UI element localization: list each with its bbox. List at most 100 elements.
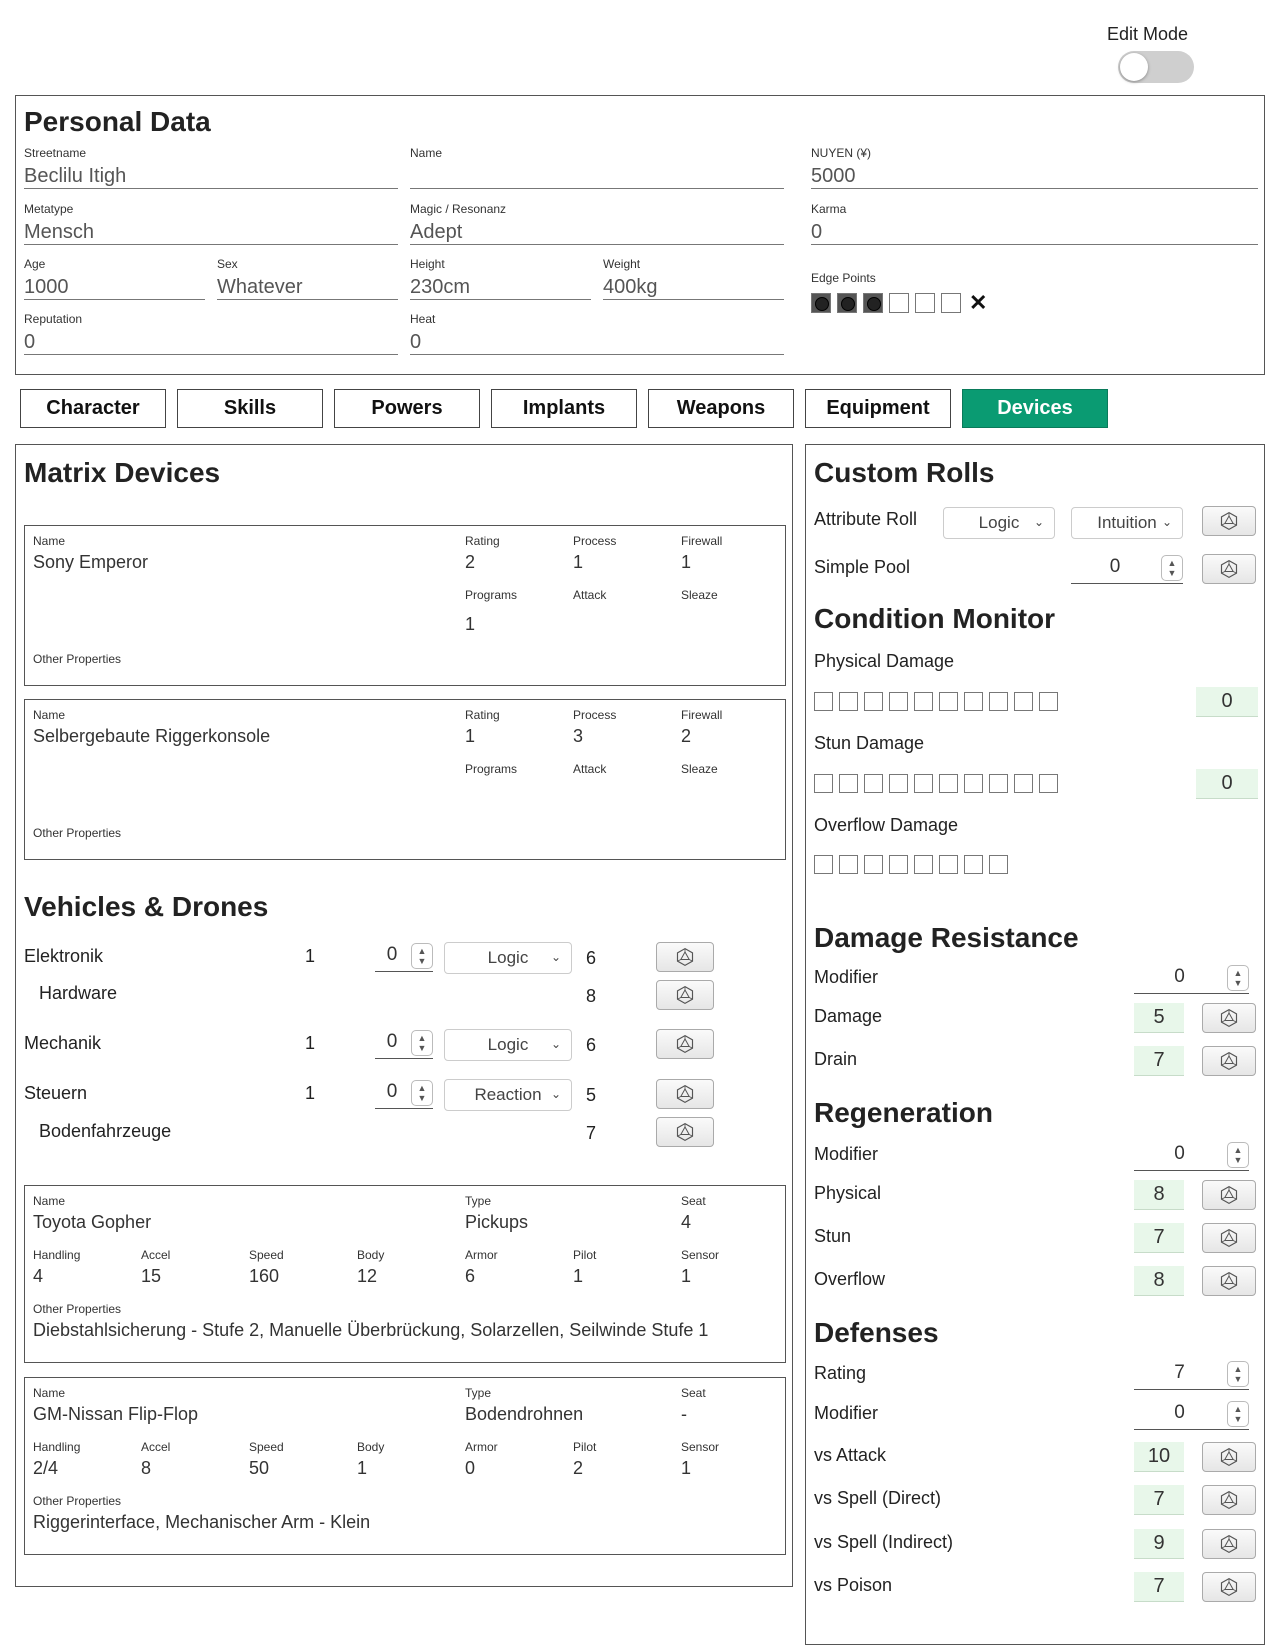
- tab-equipment[interactable]: Equipment: [805, 389, 951, 428]
- damage-box[interactable]: [939, 692, 958, 711]
- roll-dice-button[interactable]: [656, 1029, 714, 1059]
- tab-skills[interactable]: Skills: [177, 389, 323, 428]
- sex-field[interactable]: Sex Whatever: [217, 257, 398, 300]
- regen-modifier-stepper[interactable]: 0 ▲ ▼: [1134, 1141, 1249, 1171]
- stepper-arrows-icon[interactable]: ▲ ▼: [1227, 1401, 1249, 1427]
- attribute-roll-select-2[interactable]: Intuition ⌄: [1071, 507, 1183, 539]
- damage-box[interactable]: [964, 855, 983, 874]
- skill-attribute-select[interactable]: Logic ⌄: [444, 942, 572, 974]
- damage-box[interactable]: [1039, 692, 1058, 711]
- roll-dice-button[interactable]: [656, 1079, 714, 1109]
- reputation-field[interactable]: Reputation 0: [24, 312, 398, 355]
- roll-dice-button[interactable]: [1202, 1529, 1256, 1559]
- damage-box[interactable]: [1014, 774, 1033, 793]
- streetname-field[interactable]: Streetname Beclilu Itigh: [24, 146, 398, 189]
- def-modifier-stepper[interactable]: 0 ▲ ▼: [1134, 1400, 1249, 1430]
- tab-weapons[interactable]: Weapons: [648, 389, 794, 428]
- roll-dice-button[interactable]: [656, 1117, 714, 1147]
- roll-dice-button[interactable]: [1202, 1485, 1256, 1515]
- name-field[interactable]: Name: [410, 146, 784, 189]
- skill-modifier-stepper[interactable]: 0 ▲ ▼: [375, 1029, 433, 1059]
- age-field[interactable]: Age 1000: [24, 257, 205, 300]
- stepper-arrows-icon[interactable]: ▲ ▼: [411, 943, 433, 969]
- edge-point-box[interactable]: [837, 293, 857, 313]
- damage-box[interactable]: [914, 855, 933, 874]
- stepper-arrows-icon[interactable]: ▲ ▼: [411, 1080, 433, 1106]
- edge-point-box[interactable]: [863, 293, 883, 313]
- damage-box[interactable]: [814, 855, 833, 874]
- damage-box[interactable]: [964, 692, 983, 711]
- metatype-field[interactable]: Metatype Mensch: [24, 202, 398, 245]
- roll-dice-button[interactable]: [1202, 1180, 1256, 1210]
- nuyen-field[interactable]: NUYEN (¥) 5000: [811, 146, 1258, 189]
- roll-dice-button[interactable]: [1202, 1266, 1256, 1296]
- skill-rating: 1: [305, 1033, 316, 1053]
- damage-box[interactable]: [989, 692, 1008, 711]
- damage-box[interactable]: [839, 855, 858, 874]
- damage-box[interactable]: [839, 692, 858, 711]
- vehicles-drones-title: Vehicles & Drones: [24, 891, 269, 922]
- clear-edge-icon[interactable]: ✕: [969, 292, 987, 314]
- damage-box[interactable]: [914, 774, 933, 793]
- roll-dice-button[interactable]: [1202, 506, 1256, 536]
- roll-dice-button[interactable]: [1202, 1223, 1256, 1253]
- stepper-arrows-icon[interactable]: ▲ ▼: [1161, 555, 1183, 581]
- roll-dice-button[interactable]: [1202, 1003, 1256, 1033]
- regen-modifier-label: Modifier: [814, 1144, 879, 1164]
- edit-mode-control: Edit Mode: [1107, 24, 1194, 88]
- damage-box[interactable]: [814, 692, 833, 711]
- simple-pool-stepper[interactable]: 0 ▲ ▼: [1071, 554, 1183, 584]
- stepper-arrows-icon[interactable]: ▲ ▼: [1227, 1142, 1249, 1168]
- roll-dice-button[interactable]: [1202, 1572, 1256, 1602]
- edge-point-box[interactable]: [811, 293, 831, 313]
- weight-field[interactable]: Weight 400kg: [603, 257, 784, 300]
- damage-box[interactable]: [1014, 692, 1033, 711]
- attribute-roll-label: Attribute Roll: [814, 509, 918, 529]
- damage-box[interactable]: [989, 774, 1008, 793]
- damage-box[interactable]: [964, 774, 983, 793]
- roll-dice-button[interactable]: [1202, 1442, 1256, 1472]
- edit-mode-toggle[interactable]: [1118, 51, 1194, 83]
- damage-box[interactable]: [889, 855, 908, 874]
- damage-box[interactable]: [864, 692, 883, 711]
- height-field[interactable]: Height 230cm: [410, 257, 591, 300]
- def-vs-spell-direct-value: 7: [1134, 1485, 1184, 1515]
- damage-box[interactable]: [864, 774, 883, 793]
- def-rating-stepper[interactable]: 7 ▲ ▼: [1134, 1360, 1249, 1390]
- skill-attribute-select[interactable]: Logic ⌄: [444, 1029, 572, 1061]
- damage-box[interactable]: [864, 855, 883, 874]
- magic-field[interactable]: Magic / Resonanz Adept: [410, 202, 784, 245]
- tab-devices[interactable]: Devices: [962, 389, 1108, 428]
- dr-modifier-stepper[interactable]: 0 ▲ ▼: [1134, 964, 1249, 994]
- tab-character[interactable]: Character: [20, 389, 166, 428]
- roll-dice-button[interactable]: [1202, 1046, 1256, 1076]
- edge-point-box[interactable]: [941, 293, 961, 313]
- edge-point-box[interactable]: [915, 293, 935, 313]
- stepper-arrows-icon[interactable]: ▲ ▼: [411, 1030, 433, 1056]
- regen-physical-value: 8: [1134, 1180, 1184, 1210]
- damage-box[interactable]: [814, 774, 833, 793]
- roll-dice-button[interactable]: [656, 980, 714, 1010]
- roll-dice-button[interactable]: [656, 942, 714, 972]
- tab-implants[interactable]: Implants: [491, 389, 637, 428]
- damage-box[interactable]: [889, 774, 908, 793]
- roll-dice-button[interactable]: [1202, 554, 1256, 584]
- karma-field[interactable]: Karma 0: [811, 202, 1258, 245]
- heat-field[interactable]: Heat 0: [410, 312, 784, 355]
- damage-box[interactable]: [914, 692, 933, 711]
- skill-modifier-stepper[interactable]: 0 ▲ ▼: [375, 942, 433, 972]
- stepper-arrows-icon[interactable]: ▲ ▼: [1227, 965, 1249, 991]
- damage-box[interactable]: [839, 774, 858, 793]
- edge-point-box[interactable]: [889, 293, 909, 313]
- damage-box[interactable]: [939, 774, 958, 793]
- skill-attribute-select[interactable]: Reaction ⌄: [444, 1079, 572, 1111]
- tab-powers[interactable]: Powers: [334, 389, 480, 428]
- skill-modifier-stepper[interactable]: 0 ▲ ▼: [375, 1079, 433, 1109]
- stepper-arrows-icon[interactable]: ▲ ▼: [1227, 1361, 1249, 1387]
- damage-box[interactable]: [889, 692, 908, 711]
- attribute-roll-select-1[interactable]: Logic ⌄: [943, 507, 1055, 539]
- device-rating: 1: [465, 726, 476, 746]
- damage-box[interactable]: [939, 855, 958, 874]
- damage-box[interactable]: [1039, 774, 1058, 793]
- damage-box[interactable]: [989, 855, 1008, 874]
